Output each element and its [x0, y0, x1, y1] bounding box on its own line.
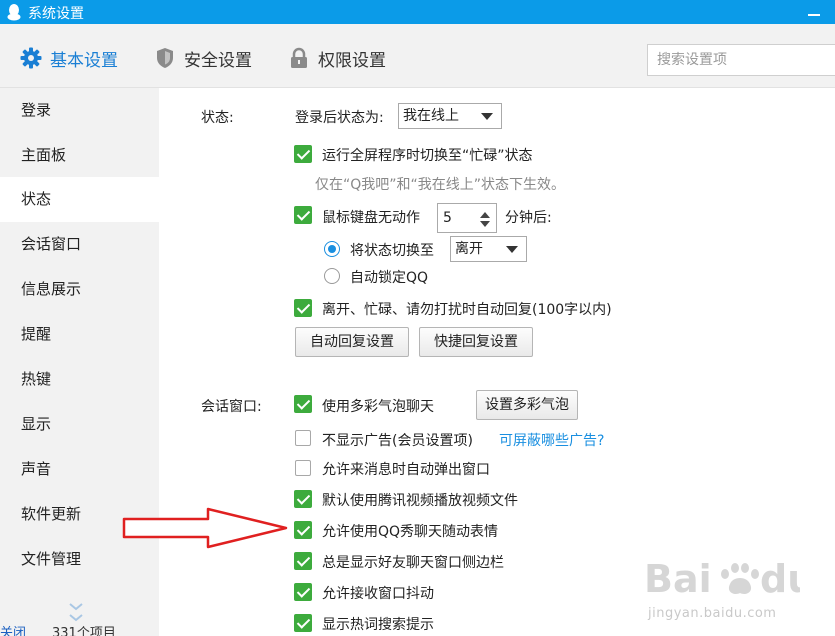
login-status-select[interactable]: 我在线上 — [398, 103, 502, 129]
chevron-down-icon — [506, 246, 518, 253]
hot-search-label: 显示热词搜索提示 — [322, 617, 434, 633]
fullscreen-busy-label: 运行全屏程序时切换至“忙碌”状态 — [322, 148, 533, 164]
qq-show-emote-checkbox[interactable] — [294, 521, 312, 539]
watermark-text: jingyan.baidu.com — [648, 606, 777, 621]
stepper-up-icon[interactable] — [480, 212, 490, 218]
login-status-label: 登录后状态为: — [295, 110, 384, 126]
sidebar-item-reminder[interactable]: 提醒 — [0, 312, 159, 357]
hot-search-checkbox[interactable] — [294, 614, 312, 632]
sidebar-show-label: 总是显示好友聊天窗口侧边栏 — [322, 555, 504, 571]
idle-minutes-value: 5 — [443, 210, 452, 226]
sidebar-item-info-display[interactable]: 信息展示 — [0, 267, 159, 312]
auto-reply-settings-button[interactable]: 自动回复设置 — [295, 327, 409, 357]
auto-lock-label: 自动锁定QQ — [350, 270, 429, 286]
bubble-settings-button[interactable]: 设置多彩气泡 — [476, 390, 578, 420]
fullscreen-busy-hint: 仅在“Q我吧”和“我在线上”状态下生效。 — [315, 177, 566, 193]
chat-section-heading: 会话窗口: — [201, 399, 262, 415]
colorful-bubble-label: 使用多彩气泡聊天 — [322, 399, 434, 415]
sidebar-item-hotkeys[interactable]: 热键 — [0, 357, 159, 402]
idle-checkbox[interactable] — [294, 206, 312, 224]
auto-popup-label: 允许来消息时自动弹出窗口 — [322, 462, 490, 478]
auto-popup-checkbox[interactable] — [295, 460, 311, 476]
tencent-video-label: 默认使用腾讯视频播放视频文件 — [322, 493, 518, 509]
lock-icon — [291, 47, 307, 68]
minimize-button[interactable] — [808, 14, 820, 16]
sidebar-show-checkbox[interactable] — [294, 552, 312, 570]
qq-show-emote-label: 允许使用QQ秀聊天随动表情 — [322, 524, 499, 540]
top-tab-bar: 基本设置 安全设置 权限设置 — [0, 24, 835, 88]
search-input[interactable] — [648, 45, 835, 75]
tab-label: 权限设置 — [318, 50, 386, 71]
hide-ads-label: 不显示广告(会员设置项) — [322, 433, 473, 449]
tab-security-settings[interactable]: 安全设置 — [154, 46, 252, 71]
tab-permission-settings[interactable]: 权限设置 — [288, 46, 386, 71]
sidebar-item-display[interactable]: 显示 — [0, 402, 159, 447]
idle-suffix-label: 分钟后: — [505, 210, 552, 226]
bottom-close-link[interactable]: 关闭 — [0, 622, 26, 636]
stepper-down-icon[interactable] — [480, 221, 490, 227]
tab-label: 安全设置 — [184, 50, 252, 71]
fullscreen-busy-checkbox[interactable] — [294, 145, 312, 163]
auto-reply-checkbox[interactable] — [294, 299, 312, 317]
window-title: 系统设置 — [28, 6, 84, 22]
hide-ads-checkbox[interactable] — [295, 430, 311, 446]
sidebar: 登录 主面板 状态 会话窗口 信息展示 提醒 热键 显示 声音 软件更新 文件管… — [0, 88, 159, 636]
colorful-bubble-checkbox[interactable] — [294, 395, 312, 413]
idle-label: 鼠标键盘无动作 — [322, 210, 420, 226]
shield-icon — [157, 48, 173, 68]
login-status-value: 我在线上 — [403, 108, 459, 124]
window-shake-checkbox[interactable] — [294, 583, 312, 601]
sidebar-item-login[interactable]: 登录 — [0, 88, 159, 133]
tencent-video-checkbox[interactable] — [294, 490, 312, 508]
tab-label: 基本设置 — [50, 50, 118, 71]
sidebar-item-main-panel[interactable]: 主面板 — [0, 133, 159, 178]
window-shake-label: 允许接收窗口抖动 — [322, 586, 434, 602]
search-box — [647, 44, 835, 76]
title-bar: 系统设置 — [0, 0, 835, 24]
qq-logo-icon — [7, 4, 21, 21]
auto-lock-radio[interactable] — [324, 268, 340, 284]
bottom-item-count: 331个项目 — [52, 626, 116, 636]
svg-text:du: du — [760, 557, 800, 601]
quick-reply-settings-button[interactable]: 快捷回复设置 — [419, 327, 533, 357]
switch-status-value: 离开 — [455, 241, 483, 257]
chevron-down-icon — [481, 113, 493, 120]
tab-basic-settings[interactable]: 基本设置 — [20, 46, 118, 71]
gear-icon — [20, 47, 42, 69]
ads-info-link[interactable]: 可屏蔽哪些广告? — [499, 430, 604, 450]
status-section-heading: 状态: — [201, 110, 234, 126]
sidebar-item-sound[interactable]: 声音 — [0, 447, 159, 492]
switch-status-label: 将状态切换至 — [350, 243, 434, 259]
idle-minutes-stepper[interactable]: 5 — [437, 203, 497, 233]
annotation-arrow-icon — [122, 507, 288, 549]
sidebar-item-status[interactable]: 状态 — [0, 177, 159, 222]
switch-status-radio[interactable] — [324, 241, 340, 257]
sidebar-item-chat-window[interactable]: 会话窗口 — [0, 222, 159, 267]
watermark-logo-text: Bai — [644, 557, 712, 601]
auto-reply-label: 离开、忙碌、请勿打扰时自动回复(100字以内) — [322, 302, 612, 318]
switch-status-select[interactable]: 离开 — [450, 236, 527, 262]
